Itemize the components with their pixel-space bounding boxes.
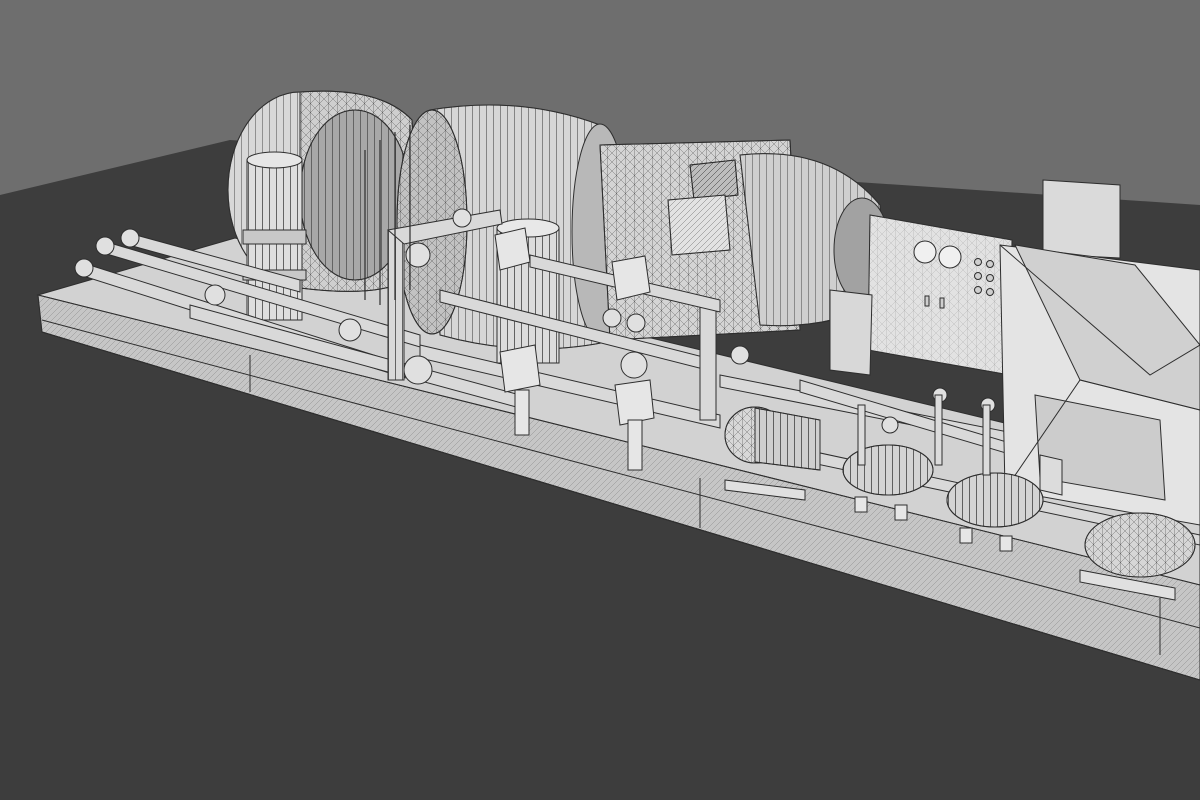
pressure-gauge-icon xyxy=(913,240,937,264)
control-panel-cabinet xyxy=(867,214,1013,376)
auxiliary-box xyxy=(1042,179,1121,259)
render-viewport xyxy=(0,0,1200,800)
pressure-gauge-icon xyxy=(938,245,962,269)
